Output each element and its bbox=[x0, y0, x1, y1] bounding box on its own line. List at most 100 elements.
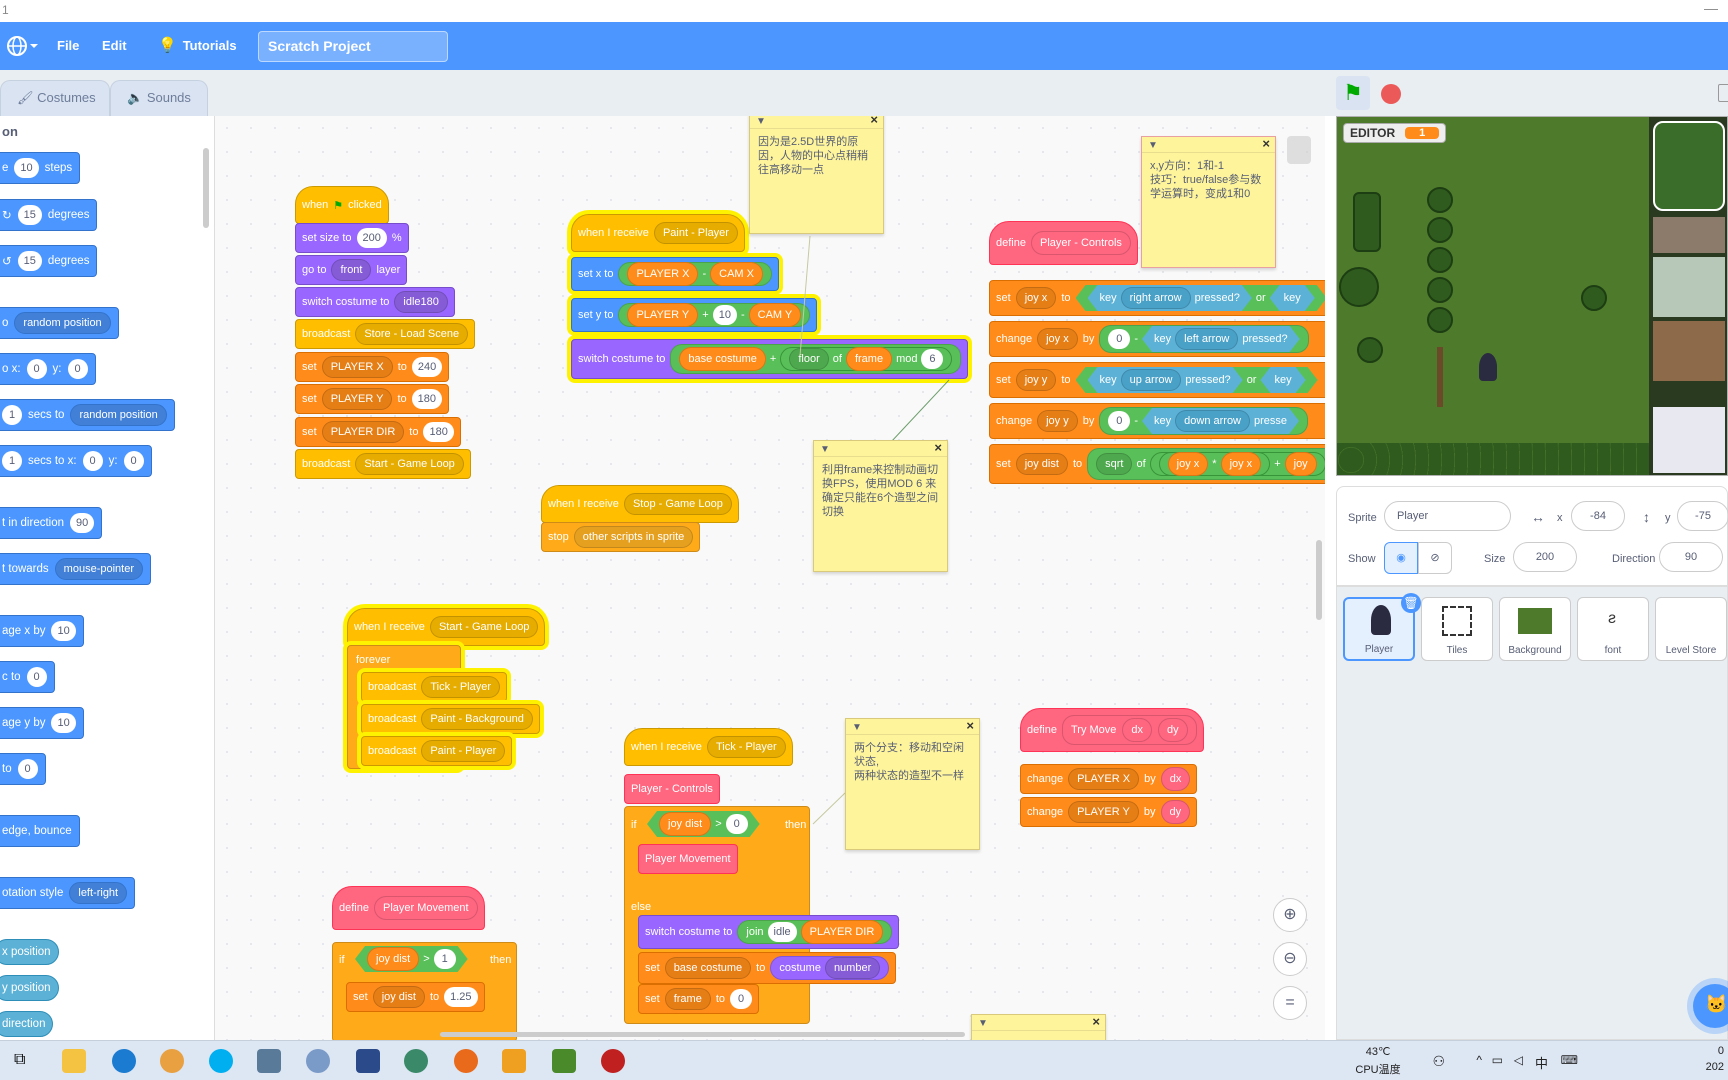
direction-input[interactable]: 90 bbox=[1659, 542, 1723, 572]
green-flag-button[interactable]: ⚑ bbox=[1336, 76, 1370, 110]
change-y-block[interactable]: age y by 10 bbox=[0, 707, 84, 739]
y-input[interactable]: 0 bbox=[67, 359, 88, 379]
size-input[interactable]: 200 bbox=[1513, 542, 1577, 572]
y-input[interactable]: -75 bbox=[1677, 501, 1728, 531]
minimize-button[interactable]: — bbox=[1704, 0, 1718, 16]
language-menu[interactable] bbox=[6, 22, 40, 70]
chevron-down-icon[interactable]: ▼ bbox=[756, 116, 766, 129]
x-input[interactable]: 10 bbox=[51, 621, 76, 641]
x-input[interactable]: 0 bbox=[26, 359, 47, 379]
close-icon[interactable]: × bbox=[1262, 137, 1270, 151]
move-steps-block[interactable]: e 10 steps bbox=[0, 152, 81, 184]
y-input[interactable]: 10 bbox=[51, 713, 76, 733]
sprite-tile-player[interactable]: 🗑 Player bbox=[1343, 593, 1421, 661]
clock-time[interactable]: 0 bbox=[1718, 1045, 1724, 1057]
internet-explorer-icon[interactable] bbox=[112, 1049, 136, 1073]
degrees-input[interactable]: 15 bbox=[17, 205, 42, 225]
file-explorer-icon[interactable] bbox=[62, 1049, 86, 1073]
landscape-app-icon[interactable] bbox=[404, 1049, 428, 1073]
glide-block[interactable]: 1 secs to random position bbox=[0, 399, 175, 431]
close-icon[interactable]: × bbox=[1092, 1015, 1100, 1029]
notepad-icon[interactable] bbox=[552, 1049, 576, 1073]
sprite-tile-background[interactable]: Background bbox=[1499, 597, 1571, 661]
sprite-tile-font[interactable]: ƨ font bbox=[1577, 597, 1649, 661]
close-icon[interactable]: × bbox=[870, 116, 878, 127]
comment-note[interactable]: ▼ × x,y方向：1和-1 技巧：true/false参与数学运算时，变成1和0 bbox=[1141, 136, 1276, 268]
turn-right-block[interactable]: ↻ 15 degrees bbox=[0, 199, 98, 231]
code-area[interactable]: when ⚑ clicked set size to 200% go to front l… bbox=[215, 116, 1325, 1040]
calculator-icon[interactable] bbox=[257, 1049, 281, 1073]
code-horizontal-scrollbar[interactable] bbox=[440, 1032, 965, 1037]
stop-button[interactable] bbox=[1381, 84, 1401, 104]
chevron-down-icon[interactable]: ▼ bbox=[978, 1017, 988, 1031]
stage-size-button[interactable] bbox=[1718, 84, 1728, 102]
scratch-app-icon[interactable] bbox=[502, 1049, 526, 1073]
go-to-xy-block[interactable]: o x: 0 y: 0 bbox=[0, 353, 96, 385]
point-direction-block[interactable]: t in direction 90 bbox=[0, 507, 103, 539]
set-x-block[interactable]: c to 0 bbox=[0, 661, 55, 693]
y-input[interactable]: 0 bbox=[17, 759, 38, 779]
code-vertical-scrollbar[interactable] bbox=[1316, 540, 1322, 620]
input-method-indicator[interactable]: 中 bbox=[1535, 1053, 1548, 1072]
secs-input[interactable]: 1 bbox=[2, 405, 22, 425]
goto-dropdown[interactable]: random position bbox=[14, 312, 111, 334]
close-icon[interactable]: × bbox=[966, 719, 974, 733]
chevron-down-icon[interactable]: ▼ bbox=[1148, 139, 1158, 153]
task-view-icon[interactable]: ⧉ bbox=[14, 1051, 25, 1069]
hide-sprite-button[interactable]: ⊘ bbox=[1418, 542, 1452, 574]
zoom-reset-button[interactable]: = bbox=[1273, 986, 1307, 1020]
game-icon[interactable] bbox=[160, 1049, 184, 1073]
zoom-out-button[interactable]: ⊖ bbox=[1273, 942, 1307, 976]
palette-scrollbar[interactable] bbox=[203, 148, 209, 228]
network-icon[interactable]: ▭ bbox=[1492, 1053, 1503, 1067]
edit-menu[interactable]: Edit bbox=[102, 22, 127, 70]
rotation-dropdown[interactable]: left-right bbox=[69, 882, 128, 904]
clock-date[interactable]: 202 bbox=[1706, 1061, 1724, 1073]
firefox-icon[interactable] bbox=[454, 1049, 478, 1073]
glide-dropdown[interactable]: random position bbox=[70, 404, 167, 426]
degrees-input[interactable]: 15 bbox=[17, 251, 42, 271]
chevron-up-icon[interactable]: ^ bbox=[1476, 1053, 1482, 1067]
x-input[interactable]: 0 bbox=[82, 451, 103, 471]
keyboard-icon[interactable]: ⌨ bbox=[1561, 1053, 1578, 1067]
steps-input[interactable]: 10 bbox=[14, 158, 39, 178]
editor-app-icon[interactable] bbox=[356, 1049, 380, 1073]
rotation-style-block[interactable]: otation style left-right bbox=[0, 877, 136, 909]
y-input[interactable]: 0 bbox=[123, 451, 144, 471]
bounce-block[interactable]: edge, bounce bbox=[0, 815, 80, 847]
direction-reporter[interactable]: direction bbox=[0, 1011, 54, 1037]
set-y-block[interactable]: to 0 bbox=[0, 753, 46, 785]
chevron-down-icon[interactable]: ▼ bbox=[820, 443, 830, 457]
x-input[interactable]: 0 bbox=[26, 667, 47, 687]
stage[interactable]: EDITOR 1 bbox=[1336, 116, 1728, 476]
turn-left-block[interactable]: ↺ 15 degrees bbox=[0, 245, 98, 277]
towards-dropdown[interactable]: mouse-pointer bbox=[54, 558, 143, 580]
comment-note[interactable]: ▼ × 利用frame来控制动画切换FPS，使用MOD 6 来确定只能在6个造型之… bbox=[813, 440, 948, 572]
secs-input[interactable]: 1 bbox=[2, 451, 22, 471]
comment-note[interactable]: ▼ × bbox=[971, 1014, 1106, 1040]
comment-note[interactable]: ▼ × 两个分支：移动和空闲状态, 两种状态的造型不一样 bbox=[845, 718, 980, 850]
sprite-name-input[interactable]: Player bbox=[1384, 501, 1511, 531]
go-to-block[interactable]: o random position bbox=[0, 307, 119, 339]
people-icon[interactable]: ⚇ bbox=[1432, 1053, 1445, 1070]
glide-xy-block[interactable]: 1 secs to x: 0 y: 0 bbox=[0, 445, 152, 477]
close-icon[interactable]: × bbox=[934, 441, 942, 455]
direction-input[interactable]: 90 bbox=[70, 513, 95, 533]
tutorials-button[interactable]: 💡 Tutorials bbox=[158, 22, 237, 70]
volume-icon[interactable]: ◁ bbox=[1514, 1053, 1523, 1067]
y-position-reporter[interactable]: y position bbox=[0, 975, 59, 1001]
comment-note[interactable]: ▼ × 因为是2.5D世界的原因，人物的中心点稍稍往高移动一点 bbox=[749, 116, 884, 234]
tab-costumes[interactable]: 🖌 Costumes bbox=[0, 80, 110, 116]
show-sprite-button[interactable]: ◉ bbox=[1384, 542, 1418, 574]
editor-variable-monitor[interactable]: EDITOR 1 bbox=[1343, 123, 1447, 143]
chevron-down-icon[interactable]: ▼ bbox=[852, 721, 862, 735]
x-position-reporter[interactable]: x position bbox=[0, 939, 59, 965]
skype-icon[interactable] bbox=[209, 1049, 233, 1073]
x-input[interactable]: -84 bbox=[1571, 501, 1625, 531]
change-x-block[interactable]: age x by 10 bbox=[0, 615, 84, 647]
sprite-tile-tiles[interactable]: Tiles bbox=[1421, 597, 1493, 661]
point-towards-block[interactable]: t towards mouse-pointer bbox=[0, 553, 151, 585]
recorder-icon[interactable] bbox=[601, 1049, 625, 1073]
file-menu[interactable]: File bbox=[57, 22, 79, 70]
sprite-tile-level-store[interactable]: Level Store bbox=[1655, 597, 1727, 661]
